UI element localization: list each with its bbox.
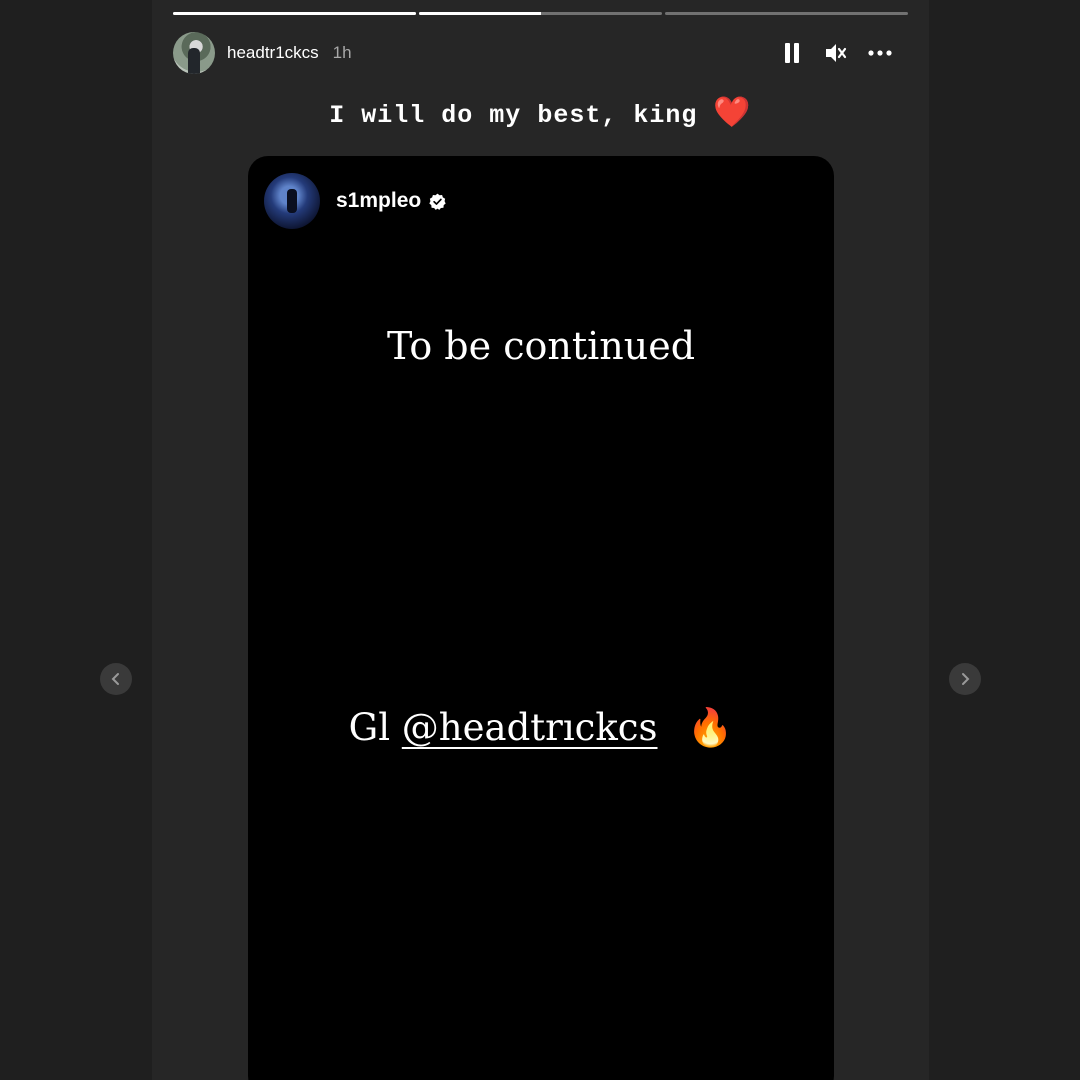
caption-text: I will do my best, king — [329, 101, 698, 130]
message-prefix: Gl — [348, 706, 391, 749]
shared-story-card[interactable]: s1mpleo To be continued Gl @headtrıckcs … — [248, 156, 834, 1080]
shared-story-header: s1mpleo — [264, 173, 446, 229]
mention-link[interactable]: @headtrıckcs — [402, 706, 658, 749]
progress-segment — [665, 12, 908, 15]
more-options-button[interactable] — [868, 41, 892, 65]
chevron-right-icon — [962, 673, 970, 685]
progress-segment — [173, 12, 416, 15]
chevron-left-icon — [111, 673, 119, 685]
muted-speaker-icon — [826, 44, 847, 62]
story-progress-bar — [173, 12, 908, 15]
story-headline: To be continued — [386, 324, 696, 368]
progress-segment — [419, 12, 662, 15]
story-timestamp: 1h — [332, 43, 352, 62]
verified-badge-icon — [429, 193, 446, 210]
next-story-button[interactable] — [949, 663, 981, 695]
pause-button[interactable] — [780, 41, 804, 65]
shared-username[interactable]: s1mpleo — [336, 189, 421, 213]
story-controls — [780, 41, 908, 65]
avatar[interactable] — [173, 32, 215, 74]
mute-button[interactable] — [824, 41, 848, 65]
story-panel: headtr1ckcs 1h I will do my best, king ❤… — [152, 0, 929, 1080]
story-caption: I will do my best, king ❤️ — [152, 95, 929, 130]
fire-emoji: 🔥 — [687, 706, 734, 749]
story-header: headtr1ckcs 1h — [173, 31, 908, 75]
story-message: Gl @headtrıckcs 🔥 — [248, 706, 834, 750]
previous-story-button[interactable] — [100, 663, 132, 695]
story-viewer: headtr1ckcs 1h I will do my best, king ❤… — [0, 0, 1080, 1080]
heart-emoji: ❤️ — [713, 95, 752, 130]
story-username[interactable]: headtr1ckcs — [227, 43, 319, 63]
avatar[interactable] — [264, 173, 320, 229]
pause-icon — [785, 43, 799, 63]
more-horizontal-icon — [868, 50, 892, 56]
